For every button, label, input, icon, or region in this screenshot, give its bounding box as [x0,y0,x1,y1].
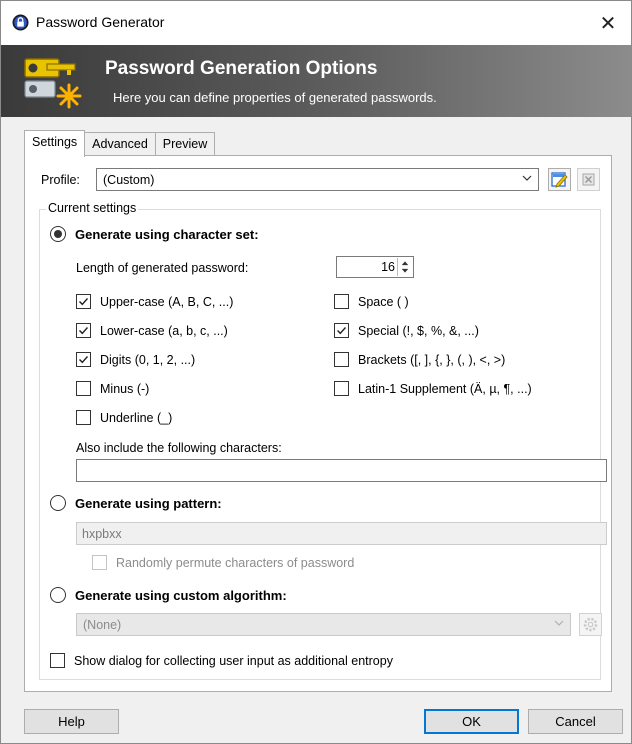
lowercase-label: Lower-case (a, b, c, ...) [100,323,228,338]
entropy-label: Show dialog for collecting user input as… [74,653,393,668]
spinner-arrows-icon[interactable] [397,258,412,276]
minus-checkbox[interactable]: Minus (-) [76,381,149,396]
permute-label: Randomly permute characters of password [116,555,355,570]
charset-radio-label: Generate using character set: [75,226,259,242]
profile-dropdown[interactable]: (Custom) [96,168,539,191]
special-checkbox[interactable]: Special (!, $, %, &, ...) [334,323,479,338]
ok-button[interactable]: OK [424,709,519,734]
checkmark-icon [79,327,89,335]
cancel-button[interactable]: Cancel [528,709,623,734]
banner-title: Password Generation Options [105,58,378,79]
also-include-input[interactable] [76,459,607,482]
charset-radio[interactable]: Generate using character set: [50,226,259,242]
special-label: Special (!, $, %, &, ...) [358,323,479,338]
close-button[interactable]: ✕ [585,1,631,45]
checkmark-icon [79,298,89,306]
custom-algorithm-radio[interactable]: Generate using custom algorithm: [50,587,287,603]
also-include-label: Also include the following characters: [76,441,282,455]
latin1-label: Latin-1 Supplement (Ä, µ, ¶, ...) [358,381,532,396]
custom-algorithm-value: (None) [83,618,122,632]
window-title: Password Generator [36,14,165,30]
edit-icon [551,172,568,188]
radio-button-checked[interactable] [50,226,66,242]
tab-advanced[interactable]: Advanced [85,132,156,156]
brackets-checkbox[interactable]: Brackets ([, ], {, }, (, ), <, >) [334,352,505,367]
header-banner: Password Generation Options Here you can… [1,45,631,117]
radio-button[interactable] [50,495,66,511]
checkbox[interactable] [76,323,91,338]
edit-profile-button[interactable] [548,168,571,191]
algorithm-options-button[interactable] [579,613,602,636]
uppercase-checkbox[interactable]: Upper-case (A, B, C, ...) [76,294,233,309]
length-spinner[interactable]: 16 [336,256,414,278]
digits-label: Digits (0, 1, 2, ...) [100,352,196,367]
latin1-checkbox[interactable]: Latin-1 Supplement (Ä, µ, ¶, ...) [334,381,532,396]
checkmark-icon [337,327,347,335]
checkbox[interactable] [76,381,91,396]
digits-checkbox[interactable]: Digits (0, 1, 2, ...) [76,352,195,367]
pattern-value: hxpbxx [82,527,122,541]
delete-icon [582,173,595,186]
lowercase-checkbox[interactable]: Lower-case (a, b, c, ...) [76,323,228,338]
password-generator-dialog: Password Generator ✕ Password Generation… [0,0,632,744]
checkbox[interactable] [334,323,349,338]
custom-algorithm-radio-label: Generate using custom algorithm: [75,587,287,603]
current-settings-group: Current settings Generate using characte… [39,201,607,680]
title-bar: Password Generator ✕ [1,1,631,45]
profile-value: (Custom) [103,173,155,187]
tab-preview[interactable]: Preview [155,132,216,156]
keepass-lock-icon [12,14,29,31]
entropy-checkbox[interactable]: Show dialog for collecting user input as… [50,653,393,668]
current-settings-legend: Current settings [46,201,139,215]
gear-icon [583,617,598,632]
profile-label: Profile: [41,173,80,187]
checkbox[interactable] [334,381,349,396]
space-label: Space ( ) [358,294,409,309]
length-value: 16 [381,260,395,274]
help-button[interactable]: Help [24,709,119,734]
permute-checkbox[interactable]: Randomly permute characters of password [92,555,354,570]
delete-profile-button[interactable] [577,168,600,191]
underline-label: Underline (_) [100,410,173,425]
minus-label: Minus (-) [100,381,150,396]
checkbox[interactable] [76,352,91,367]
checkbox[interactable] [50,653,65,668]
pattern-radio[interactable]: Generate using pattern: [50,495,222,511]
radio-button[interactable] [50,587,66,603]
space-checkbox[interactable]: Space ( ) [334,294,409,309]
chevron-down-icon [554,620,564,626]
underline-checkbox[interactable]: Underline (_) [76,410,172,425]
banner-subtitle: Here you can define properties of genera… [113,90,437,105]
chevron-down-icon [522,175,532,181]
key-star-icon [24,58,82,109]
tab-strip: Settings Advanced Preview [24,130,216,157]
settings-tab-panel: Profile: (Custom) Current settings Gener… [24,155,612,692]
custom-algorithm-dropdown[interactable]: (None) [76,613,571,636]
checkbox[interactable] [334,352,349,367]
length-label: Length of generated password: [76,261,249,275]
checkmark-icon [79,356,89,364]
tab-settings[interactable]: Settings [24,130,86,157]
checkbox[interactable] [76,410,91,425]
brackets-label: Brackets ([, ], {, }, (, ), <, >) [358,352,506,367]
close-icon: ✕ [599,12,617,35]
pattern-radio-label: Generate using pattern: [75,495,222,511]
pattern-input[interactable]: hxpbxx [76,522,607,545]
uppercase-label: Upper-case (A, B, C, ...) [100,294,234,309]
checkbox[interactable] [92,555,107,570]
checkbox[interactable] [334,294,349,309]
checkbox[interactable] [76,294,91,309]
